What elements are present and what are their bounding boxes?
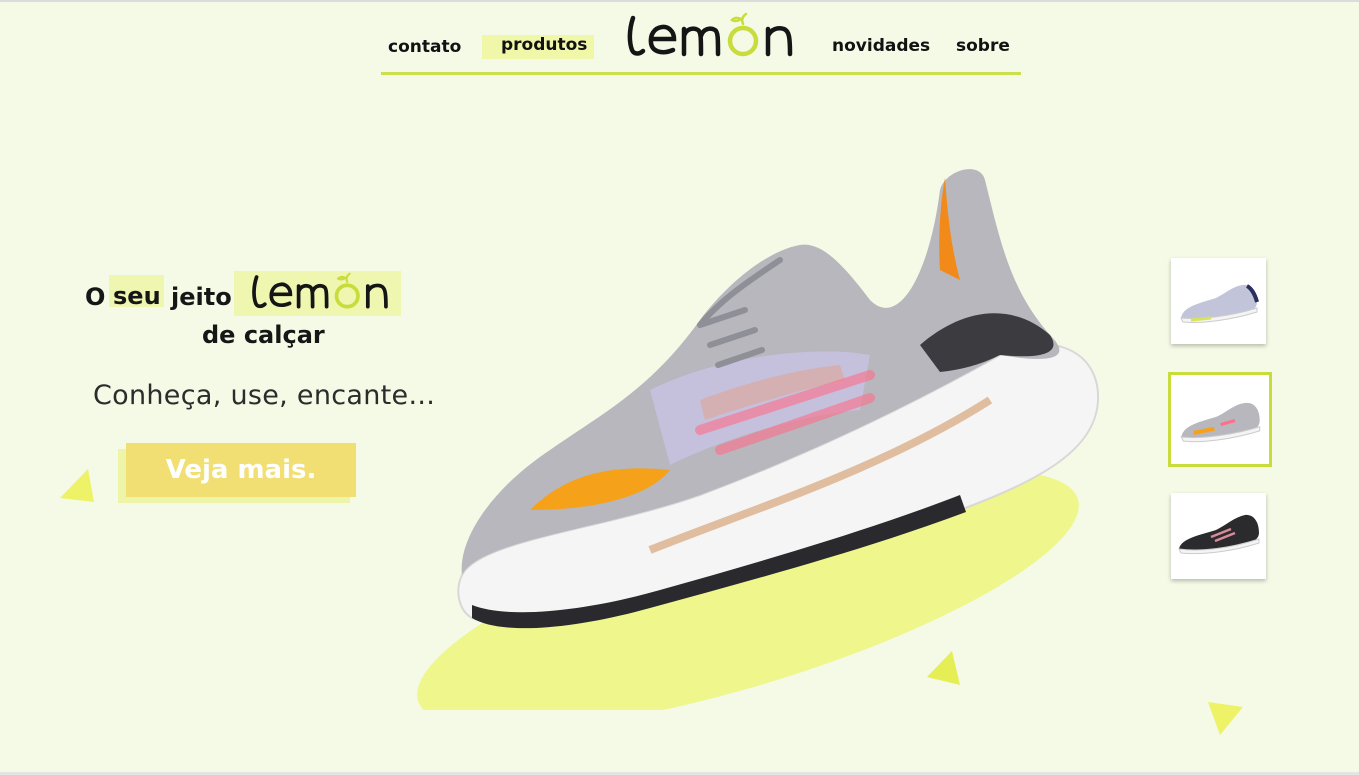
product-thumbnail-3[interactable]	[1171, 493, 1266, 579]
top-border	[0, 0, 1359, 2]
product-image	[400, 150, 1120, 730]
nav-link-produtos-label: produtos	[501, 35, 588, 55]
triangle-decoration	[1208, 702, 1243, 735]
nav-link-sobre[interactable]: sobre	[956, 36, 1010, 56]
hero-title-o: O	[85, 283, 106, 311]
hero-subtitle: Conheça, use, encante...	[93, 380, 436, 411]
sneaker-thumbnail-image	[1178, 514, 1260, 555]
nav-link-novidades[interactable]: novidades	[832, 36, 930, 56]
hero-title-seu: seu	[109, 275, 164, 310]
lemon-logo-icon	[252, 272, 388, 309]
hero-title-line2: de calçar	[202, 321, 325, 349]
nav-link-contato[interactable]: contato	[388, 37, 461, 57]
sneaker-thumbnail-image	[1180, 284, 1259, 323]
hero-title-jeito: jeito	[171, 283, 232, 311]
sneaker-image	[417, 169, 1100, 730]
triangle-decoration	[60, 469, 94, 502]
nav-link-produtos[interactable]: produtos	[482, 35, 594, 59]
lemon-logo-icon	[627, 12, 793, 57]
product-thumbnail-2[interactable]	[1168, 372, 1272, 467]
hero-logo	[250, 270, 395, 312]
header-logo[interactable]	[625, 10, 801, 60]
sneaker-thumbnail-image	[1180, 402, 1261, 443]
product-thumbnail-1[interactable]	[1171, 258, 1266, 344]
veja-mais-button[interactable]: Veja mais.	[126, 443, 356, 497]
nav-underline	[381, 72, 1021, 75]
